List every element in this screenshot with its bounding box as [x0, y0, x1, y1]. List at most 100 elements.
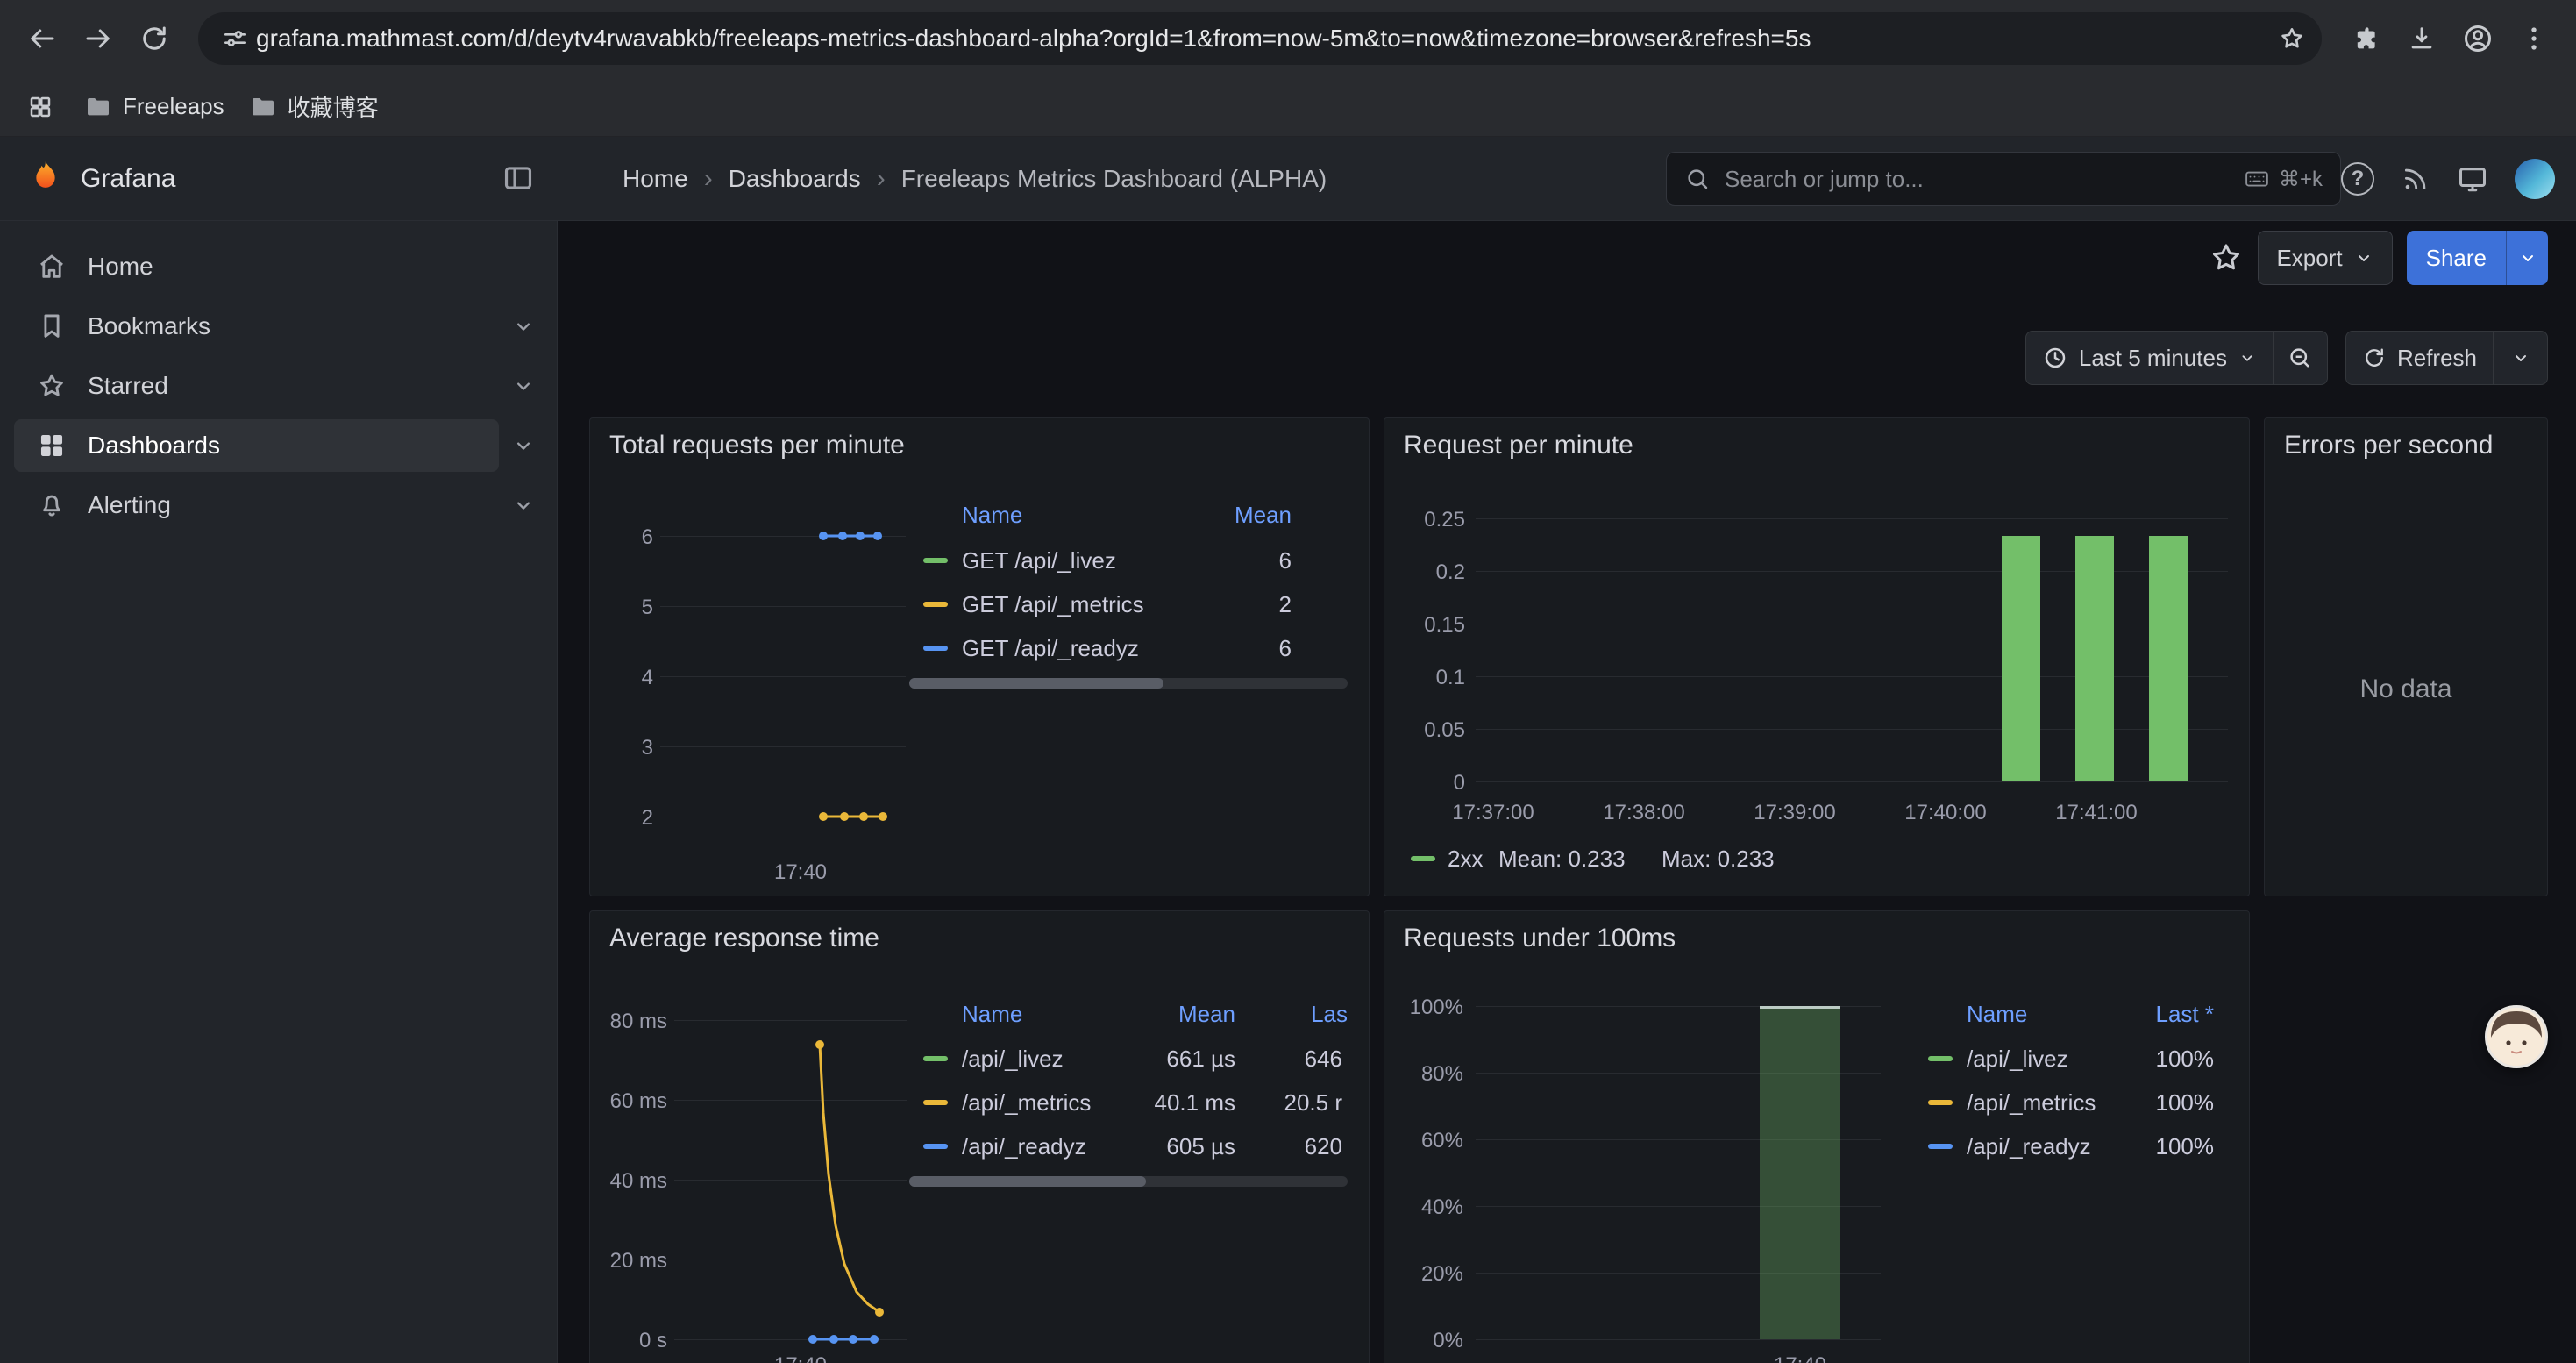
chevron-separator: › [704, 164, 713, 194]
user-avatar[interactable] [2515, 159, 2555, 199]
refresh-interval-caret[interactable] [2493, 332, 2547, 384]
bookmark-icon [37, 311, 67, 341]
site-info-icon[interactable] [214, 18, 256, 60]
legend-mean: Mean: 0.233 [1498, 846, 1626, 873]
bookmark-label: Freeleaps [123, 93, 224, 120]
sidebar-toggle-icon[interactable] [502, 161, 535, 199]
refresh-button[interactable]: Refresh [2346, 332, 2493, 384]
chevron-down-icon[interactable] [499, 493, 548, 517]
search-input[interactable]: Search or jump to... ⌘+k [1666, 152, 2341, 206]
line-chart [660, 506, 914, 839]
series-swatch [1928, 1100, 1953, 1105]
legend-scrollbar[interactable] [909, 678, 1348, 689]
url-text[interactable]: grafana.mathmast.com/d/deytv4rwavabkb/fr… [256, 25, 2271, 53]
x-tick: 17:38:00 [1587, 801, 1701, 825]
panel-title[interactable]: Request per minute [1404, 431, 1633, 460]
chevron-down-icon[interactable] [499, 314, 548, 339]
y-tick: 40 ms [602, 1169, 667, 1194]
share-label[interactable]: Share [2407, 231, 2506, 285]
grafana-topnav: Grafana Home › Dashboards › Freeleaps Me… [0, 137, 2576, 221]
y-tick: 0.25 [1404, 508, 1465, 532]
y-tick: 3 [604, 736, 653, 760]
series-swatch [1411, 856, 1435, 861]
legend-col-name[interactable]: Name [962, 502, 1022, 529]
legend-series-mean: 605 µs [1166, 1133, 1235, 1160]
chevron-down-icon [2238, 348, 2257, 368]
panel-request-per-minute: Request per minute 0.25 0.2 0.15 0.1 0.0… [1384, 417, 2250, 896]
legend-col-last[interactable]: Last * [2156, 1001, 2215, 1028]
y-tick: 0 [1404, 771, 1465, 796]
favorite-star-icon[interactable] [2209, 240, 2244, 275]
chevron-down-icon[interactable] [499, 374, 548, 398]
scrollbar-thumb[interactable] [909, 1176, 1146, 1187]
legend-series-last: 620 [1305, 1133, 1342, 1160]
reload-icon[interactable] [130, 14, 179, 63]
time-range-label: Last 5 minutes [2079, 345, 2227, 372]
y-tick: 0.2 [1404, 560, 1465, 585]
chevron-down-icon[interactable] [499, 433, 548, 458]
legend-series-name[interactable]: /api/_readyz [962, 1133, 1086, 1160]
help-icon[interactable]: ? [2341, 162, 2374, 196]
menu-kebab-icon[interactable] [2509, 14, 2558, 63]
panel-title[interactable]: Total requests per minute [609, 431, 905, 460]
breadcrumb: Home › Dashboards › Freeleaps Metrics Da… [623, 137, 1327, 221]
legend-col-mean[interactable]: Mean [1235, 502, 1292, 529]
search-placeholder: Search or jump to... [1725, 166, 2230, 193]
legend-col-name[interactable]: Name [962, 1001, 1022, 1028]
legend-series-name[interactable]: GET /api/_readyz [962, 635, 1139, 662]
time-range-button[interactable]: Last 5 minutes [2026, 332, 2273, 384]
legend-series-name[interactable]: /api/_readyz [1967, 1133, 2091, 1160]
apps-grid-icon[interactable] [21, 88, 60, 126]
legend-series-name[interactable]: 2xx [1448, 846, 1483, 873]
sidebar-item-home[interactable]: Home [14, 240, 548, 293]
breadcrumb-dashboards[interactable]: Dashboards [729, 165, 861, 193]
monitor-icon[interactable] [2457, 163, 2488, 195]
legend-series-name[interactable]: GET /api/_metrics [962, 591, 1144, 618]
floating-assistant-avatar[interactable] [2485, 1005, 2548, 1068]
profile-icon[interactable] [2453, 14, 2502, 63]
scrollbar-thumb[interactable] [909, 678, 1163, 689]
search-shortcut: ⌘+k [2244, 166, 2323, 192]
y-tick: 80 ms [602, 1010, 667, 1034]
legend-col-name[interactable]: Name [1967, 1001, 2027, 1028]
export-button[interactable]: Export [2258, 231, 2392, 285]
forward-icon[interactable] [74, 14, 123, 63]
legend-col-last[interactable]: Las [1311, 1001, 1348, 1028]
url-bar[interactable]: grafana.mathmast.com/d/deytv4rwavabkb/fr… [198, 12, 2322, 65]
legend-series-name[interactable]: /api/_metrics [1967, 1089, 2096, 1117]
legend-series-name[interactable]: GET /api/_livez [962, 547, 1116, 574]
y-tick: 0% [1398, 1329, 1463, 1353]
extensions-icon[interactable] [2341, 14, 2390, 63]
sidebar-item-bookmarks[interactable]: Bookmarks [14, 300, 499, 353]
clock-icon [2042, 345, 2068, 371]
panel-title[interactable]: Requests under 100ms [1404, 924, 1676, 953]
refresh-icon [2362, 346, 2387, 370]
downloads-icon[interactable] [2397, 14, 2446, 63]
zoom-out-button[interactable] [2273, 332, 2327, 384]
news-rss-icon[interactable] [2401, 164, 2430, 194]
grafana-logo[interactable] [26, 158, 65, 201]
sidebar-item-dashboards[interactable]: Dashboards [14, 419, 499, 472]
legend-col-mean[interactable]: Mean [1178, 1001, 1235, 1028]
gridlines [1476, 518, 2228, 782]
panel-requests-under-100ms: Requests under 100ms 100% 80% 60% 40% 20… [1384, 910, 2250, 1363]
legend-scrollbar[interactable] [909, 1176, 1348, 1187]
bookmark-star-icon[interactable] [2271, 18, 2313, 60]
share-button[interactable]: Share [2407, 231, 2548, 285]
search-icon [1684, 166, 1711, 192]
panel-average-response-time: Average response time 80 ms 60 ms 40 ms … [589, 910, 1370, 1363]
legend-series-name[interactable]: /api/_livez [962, 1045, 1064, 1073]
legend-series-last: 100% [2156, 1133, 2215, 1160]
sidebar-item-starred[interactable]: Starred [14, 360, 499, 412]
share-dropdown-caret[interactable] [2506, 231, 2548, 285]
bookmark-label: 收藏博客 [288, 90, 379, 123]
legend-series-name[interactable]: /api/_metrics [962, 1089, 1091, 1117]
sidebar-item-alerting[interactable]: Alerting [14, 479, 499, 532]
bookmark-blog-folder[interactable]: 收藏博客 [249, 90, 379, 123]
legend-series-name[interactable]: /api/_livez [1967, 1045, 2068, 1073]
back-icon[interactable] [18, 14, 67, 63]
panel-title[interactable]: Average response time [609, 924, 879, 953]
bookmark-freeleaps[interactable]: Freeleaps [84, 93, 224, 121]
panel-title[interactable]: Errors per second [2284, 431, 2493, 460]
breadcrumb-home[interactable]: Home [623, 165, 688, 193]
